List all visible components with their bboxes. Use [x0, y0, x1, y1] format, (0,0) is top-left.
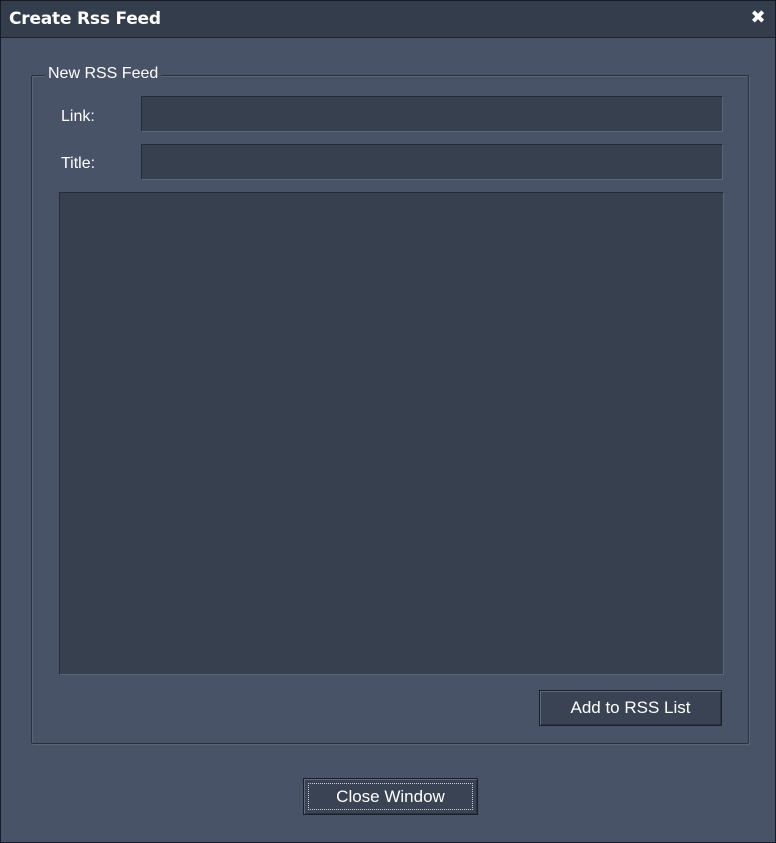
link-label: Link: [61, 108, 95, 125]
link-input[interactable] [141, 96, 723, 132]
window-title: Create Rss Feed [9, 9, 161, 29]
create-rss-feed-dialog: Create Rss Feed ✖ New RSS Feed Link: Tit… [0, 0, 776, 843]
groupbox-legend: New RSS Feed [45, 63, 162, 85]
feed-description-textarea[interactable] [59, 192, 724, 675]
close-window-label: Close Window [336, 787, 445, 806]
close-icon[interactable]: ✖ [749, 8, 767, 28]
title-input[interactable] [141, 144, 723, 180]
title-bar[interactable]: Create Rss Feed ✖ [1, 1, 775, 38]
add-to-rss-list-button[interactable]: Add to RSS List [539, 690, 722, 726]
close-window-button[interactable]: Close Window [303, 778, 478, 815]
title-label: Title: [61, 155, 96, 172]
